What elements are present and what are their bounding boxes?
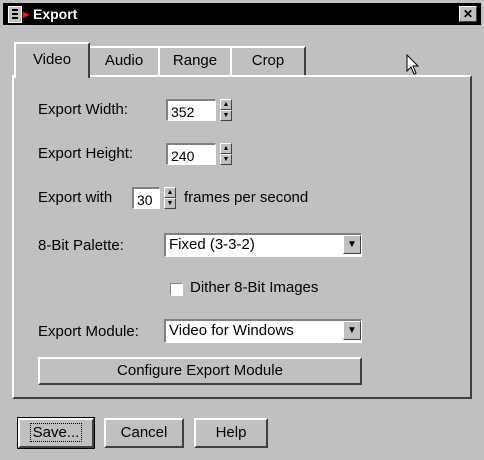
palette-select[interactable]: Fixed (3-3-2) ▼ (164, 233, 362, 257)
tab-crop[interactable]: Crop (230, 46, 306, 76)
dither-checkbox[interactable] (170, 283, 183, 296)
configure-export-module-button[interactable]: Configure Export Module (38, 357, 362, 385)
tab-range[interactable]: Range (158, 46, 232, 76)
export-width-spinner[interactable]: ▲ ▼ (220, 99, 232, 121)
dither-label: Dither 8-Bit Images (190, 279, 319, 296)
spin-down-icon[interactable]: ▼ (220, 110, 232, 121)
spin-down-icon[interactable]: ▼ (164, 198, 176, 209)
export-module-value: Video for Windows (169, 322, 294, 339)
window-title: Export (33, 6, 78, 22)
export-width-label: Export Width: (38, 101, 129, 118)
palette-label: 8-Bit Palette: (38, 237, 124, 254)
spin-up-icon[interactable]: ▲ (220, 99, 232, 110)
export-module-select[interactable]: Video for Windows ▼ (164, 319, 362, 343)
palette-select-value: Fixed (3-3-2) (169, 236, 255, 253)
spin-down-icon[interactable]: ▼ (220, 154, 232, 165)
video-tab-panel: Export Width: 352 ▲ ▼ Export Height: 240… (12, 75, 472, 399)
fps-input[interactable]: 30 (132, 187, 160, 209)
app-icon (8, 6, 22, 23)
spin-up-icon[interactable]: ▲ (164, 187, 176, 198)
chevron-down-icon[interactable]: ▼ (343, 235, 361, 254)
fps-spinner[interactable]: ▲ ▼ (164, 187, 176, 209)
spin-up-icon[interactable]: ▲ (220, 143, 232, 154)
fps-prefix-label: Export with (38, 189, 113, 206)
export-dialog: ▸ Export ✕ Video Audio Range Crop Export… (0, 0, 484, 460)
cancel-button[interactable]: Cancel (104, 418, 184, 448)
export-height-label: Export Height: (38, 145, 134, 162)
tab-video[interactable]: Video (14, 42, 90, 78)
chevron-down-icon[interactable]: ▼ (343, 321, 361, 340)
fps-suffix-label: frames per second (184, 189, 309, 206)
tab-audio[interactable]: Audio (88, 46, 160, 76)
save-button[interactable]: Save... (17, 417, 95, 449)
export-height-input[interactable]: 240 (166, 143, 216, 165)
help-button[interactable]: Help (194, 418, 268, 448)
export-height-spinner[interactable]: ▲ ▼ (220, 143, 232, 165)
export-module-label: Export Module: (38, 323, 139, 340)
close-button[interactable]: ✕ (459, 6, 477, 22)
arrow-icon: ▸ (23, 7, 30, 21)
title-bar[interactable]: ▸ Export ✕ (3, 3, 481, 25)
save-button-label: Save... (29, 423, 83, 442)
export-width-input[interactable]: 352 (166, 99, 216, 121)
mouse-cursor-icon (406, 54, 420, 75)
